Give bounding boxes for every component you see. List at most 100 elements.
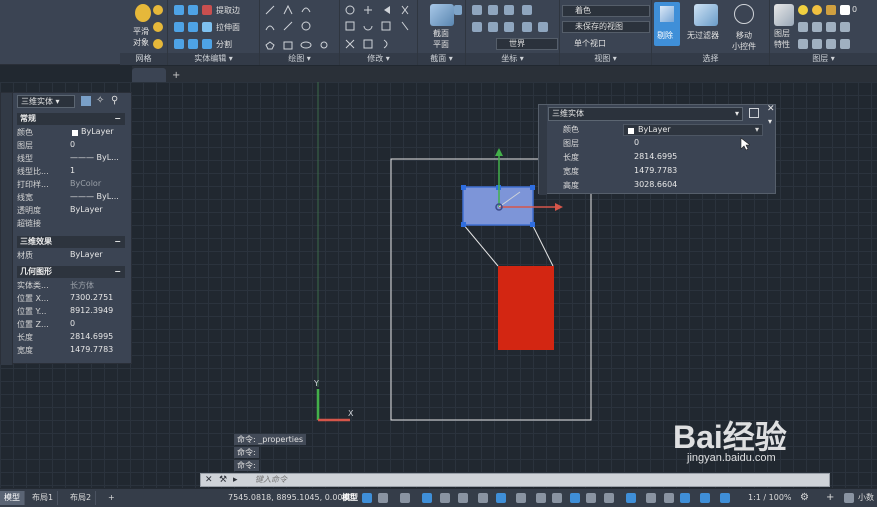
object-type-select[interactable]: 三维实体 ▾ bbox=[17, 95, 75, 108]
units-value[interactable]: 小数 bbox=[858, 492, 874, 504]
qp-row-color[interactable]: 颜色 ByLayer ▾ bbox=[548, 124, 763, 137]
tab-model[interactable]: 模型 bbox=[0, 491, 25, 505]
wrench-icon[interactable]: ⚒ bbox=[219, 474, 227, 486]
gizmo-icon[interactable] bbox=[626, 493, 636, 503]
extract-edges-label[interactable]: 提取边 bbox=[216, 5, 240, 16]
prop-row-color[interactable]: 颜色 ByLayer bbox=[17, 127, 125, 140]
section-sub-icon[interactable] bbox=[454, 5, 462, 15]
quick-properties-type-select[interactable]: 三维实体 ▾ bbox=[548, 107, 743, 121]
palette-title-strip[interactable] bbox=[1, 93, 13, 365]
color-swatch-icon[interactable] bbox=[840, 5, 850, 15]
ucs-icon-2[interactable] bbox=[488, 5, 498, 15]
lineweight-icon[interactable] bbox=[516, 493, 526, 503]
layer-properties-icon[interactable] bbox=[774, 4, 794, 26]
grid-icon[interactable] bbox=[362, 493, 372, 503]
close-icon[interactable]: ✕ bbox=[205, 474, 213, 486]
transparency-icon[interactable] bbox=[536, 493, 546, 503]
layer-tool-icon-6[interactable] bbox=[812, 39, 822, 49]
layer-tool-icon-3[interactable] bbox=[826, 22, 836, 32]
section-geometry[interactable]: 几何图形 − bbox=[17, 266, 125, 278]
prop-row-length[interactable]: 长度 2814.6995 bbox=[17, 332, 125, 345]
mesh-sphere-icon-3[interactable] bbox=[153, 39, 163, 49]
no-filter-label[interactable]: 无过滤器 bbox=[687, 30, 719, 41]
ucs-icon-5[interactable] bbox=[488, 22, 498, 32]
prop-row-transparency[interactable]: 透明度 ByLayer bbox=[17, 205, 125, 218]
prop-row-material[interactable]: 材质 ByLayer bbox=[17, 250, 125, 263]
prop-row-plotstyle[interactable]: 打印样... ByColor bbox=[17, 179, 125, 192]
ucs-icon-8[interactable] bbox=[522, 22, 532, 32]
polar-icon[interactable] bbox=[440, 493, 450, 503]
prop-row-layer[interactable]: 图层 0 bbox=[17, 140, 125, 153]
layer-tool-icon[interactable] bbox=[798, 22, 808, 32]
annotation-visibility-icon[interactable] bbox=[646, 493, 656, 503]
auto-scale-icon[interactable] bbox=[664, 493, 674, 503]
prop-row-lineweight[interactable]: 线宽 ——— ByL... bbox=[17, 192, 125, 205]
tab-layout2[interactable]: 布局2 bbox=[66, 491, 97, 505]
section-general[interactable]: 常规 − bbox=[17, 113, 125, 125]
subtract-icon[interactable] bbox=[188, 5, 198, 15]
separate-icon[interactable] bbox=[202, 39, 212, 49]
quick-properties-grip[interactable] bbox=[539, 105, 547, 195]
extrude-face-icon[interactable] bbox=[202, 22, 212, 32]
gear-icon[interactable]: ⚙ bbox=[800, 492, 809, 504]
smooth-object-icon[interactable] bbox=[135, 4, 151, 22]
move-gizmo-icon[interactable] bbox=[734, 4, 754, 24]
cursor-coordinates[interactable]: 7545.0818, 8895.1045, 0.0000 bbox=[228, 492, 353, 504]
clean-screen-icon[interactable] bbox=[844, 493, 854, 503]
prop-row-width[interactable]: 宽度 1479.7783 bbox=[17, 345, 125, 358]
visual-style-dropdown[interactable]: 着色 bbox=[562, 5, 650, 17]
slice-icon[interactable] bbox=[174, 39, 184, 49]
extrude-face-label[interactable]: 拉伸面 bbox=[216, 22, 240, 33]
select-objects-icon[interactable]: ✧ bbox=[96, 95, 104, 106]
ucs-world-dropdown[interactable]: 世界 bbox=[496, 38, 558, 50]
interfere-icon[interactable] bbox=[188, 22, 198, 32]
layer-tool-icon-2[interactable] bbox=[812, 22, 822, 32]
tab-layout1[interactable]: 布局1 bbox=[28, 491, 59, 505]
ucs-icon[interactable] bbox=[472, 5, 482, 15]
no-filter-icon[interactable] bbox=[694, 4, 718, 26]
customize-icon[interactable] bbox=[749, 108, 759, 118]
modify-icons[interactable] bbox=[340, 0, 418, 52]
lightbulb-icon[interactable] bbox=[798, 5, 808, 15]
infer-constraints-icon[interactable] bbox=[400, 493, 410, 503]
layer-tool-icon-4[interactable] bbox=[840, 22, 850, 32]
pickadd-icon[interactable] bbox=[81, 96, 91, 106]
section-3d-effects[interactable]: 三维效果 − bbox=[17, 236, 125, 248]
ucs-icon-4[interactable] bbox=[472, 22, 482, 32]
annotation-scale-value[interactable]: 1:1 / 100% bbox=[748, 492, 792, 504]
model-space-toggle[interactable]: 模型 bbox=[342, 492, 358, 504]
quick-select-icon[interactable]: ⚲ bbox=[111, 95, 118, 106]
view-dropdown[interactable]: 未保存的视图 bbox=[562, 21, 650, 33]
qp-color-dropdown[interactable]: ByLayer ▾ bbox=[623, 124, 763, 136]
3d-osnap-icon[interactable] bbox=[570, 493, 580, 503]
layer-tool-icon-5[interactable] bbox=[798, 39, 808, 49]
ortho-icon[interactable] bbox=[422, 493, 432, 503]
prop-row-linetype[interactable]: 线型 ——— ByL... bbox=[17, 153, 125, 166]
separate-label[interactable]: 分割 bbox=[216, 39, 232, 50]
viewport-dropdown[interactable]: 单个视口 bbox=[574, 38, 606, 49]
current-layer-value[interactable]: 0 bbox=[852, 5, 857, 14]
snap-icon[interactable] bbox=[378, 493, 388, 503]
thicken-icon[interactable] bbox=[188, 39, 198, 49]
prop-row-position-y[interactable]: 位置 Y... 8912.3949 bbox=[17, 306, 125, 319]
prop-row-position-x[interactable]: 位置 X... 7300.2751 bbox=[17, 293, 125, 306]
layer-tool-icon-7[interactable] bbox=[826, 39, 836, 49]
selection-cycling-icon[interactable] bbox=[552, 493, 562, 503]
draw-icons[interactable] bbox=[260, 0, 340, 52]
layer-tool-icon-8[interactable] bbox=[840, 39, 850, 49]
object-snap-icon[interactable] bbox=[496, 493, 506, 503]
mesh-sphere-icon-2[interactable] bbox=[153, 22, 163, 32]
dynamic-ucs-icon[interactable] bbox=[586, 493, 596, 503]
annotation-scale-icon-2[interactable] bbox=[720, 493, 730, 503]
prop-row-solid-type[interactable]: 实体类... 长方体 bbox=[17, 280, 125, 293]
workspace-icon[interactable] bbox=[680, 493, 690, 503]
drawing-canvas[interactable]: Y X 三维实体 ▾ ✧ ⚲ 常规 − 颜色 ByLayer 图层 0 线型 ——— B… bbox=[0, 82, 877, 488]
isodraft-icon[interactable] bbox=[458, 493, 468, 503]
qp-row-length[interactable]: 长度 2814.6995 bbox=[548, 152, 763, 165]
prop-row-position-z[interactable]: 位置 Z... 0 bbox=[17, 319, 125, 332]
qp-row-width[interactable]: 宽度 1479.7783 bbox=[548, 166, 763, 179]
options-icon[interactable]: ▾ bbox=[768, 117, 772, 126]
command-input[interactable] bbox=[249, 474, 819, 486]
ucs-icon-6[interactable] bbox=[504, 22, 514, 32]
mesh-sphere-icon[interactable] bbox=[153, 5, 163, 15]
